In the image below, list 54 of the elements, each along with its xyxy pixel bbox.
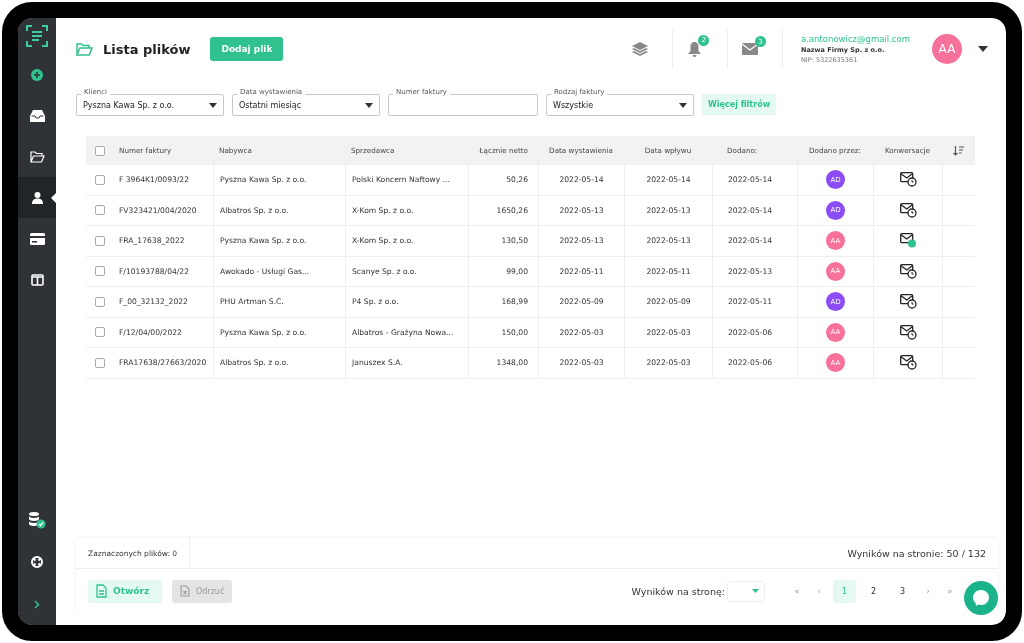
mail-clock-icon[interactable]: [899, 263, 917, 279]
open-button[interactable]: Otwórz: [88, 579, 162, 603]
database-icon[interactable]: [28, 511, 46, 529]
user-icon: [31, 191, 43, 204]
row-checkbox[interactable]: [94, 296, 105, 307]
page-button[interactable]: 2: [862, 579, 885, 603]
folder-icon: [76, 42, 93, 56]
caret-icon[interactable]: [978, 46, 988, 52]
row-checkbox[interactable]: [94, 235, 105, 246]
mail-clock-icon[interactable]: [899, 324, 917, 340]
row-checkbox[interactable]: [94, 174, 105, 185]
add-icon: [31, 68, 43, 81]
caret-icon: [365, 102, 373, 108]
document-x-icon: [180, 585, 190, 597]
document-icon: [96, 584, 107, 598]
per-page-label: Wyników na stronę:: [631, 585, 725, 597]
mail-clock-icon[interactable]: [899, 355, 917, 371]
columns-icon: [30, 273, 44, 286]
chevron-icon[interactable]: [34, 599, 40, 609]
select-all-checkbox[interactable]: [94, 145, 105, 156]
more-filters-button[interactable]: Więcej filtrów: [702, 93, 776, 115]
user-email: a.antonowicz@gmail.com: [800, 34, 910, 44]
row-checkbox[interactable]: [94, 266, 105, 277]
field-value: Ostatni miesiąc: [239, 100, 303, 110]
row-checkbox[interactable]: [94, 327, 105, 338]
card-icon: [29, 232, 45, 245]
page-title: Lista plików: [103, 41, 191, 57]
page-button[interactable]: 1: [833, 579, 856, 603]
add-file-button[interactable]: Dodaj plik: [210, 37, 284, 61]
field-value: Wszystkie: [553, 100, 595, 110]
mail-clock-icon[interactable]: [899, 202, 917, 218]
mail-clock-icon[interactable]: [899, 172, 917, 188]
caret-icon: [752, 589, 759, 593]
messenger-icon: [972, 589, 990, 607]
lifebuoy-icon[interactable]: [31, 556, 43, 568]
sidebar-item[interactable]: [18, 177, 56, 218]
results-count: Wyników na stronie: 50 / 132: [847, 547, 987, 559]
row-checkbox[interactable]: [94, 357, 105, 368]
row-checkbox[interactable]: [94, 205, 105, 216]
mail-clock-icon[interactable]: [899, 294, 917, 310]
field-value: Pyszna Kawa Sp. z o.o.: [83, 100, 175, 110]
folder-icon: [29, 150, 45, 163]
layers-icon[interactable]: [631, 42, 648, 56]
sort-icon[interactable]: [953, 145, 964, 156]
mail-icon[interactable]: [741, 43, 758, 55]
inbox-icon: [29, 109, 45, 122]
mail-dot-icon[interactable]: [899, 233, 917, 249]
chat-button[interactable]: [964, 581, 998, 615]
user-avatar[interactable]: AA: [932, 34, 962, 64]
logo-icon: [25, 24, 49, 48]
caret-icon: [679, 102, 687, 108]
page-button[interactable]: 3: [891, 579, 914, 603]
caret-icon: [209, 102, 217, 108]
bell-icon[interactable]: [688, 41, 702, 57]
